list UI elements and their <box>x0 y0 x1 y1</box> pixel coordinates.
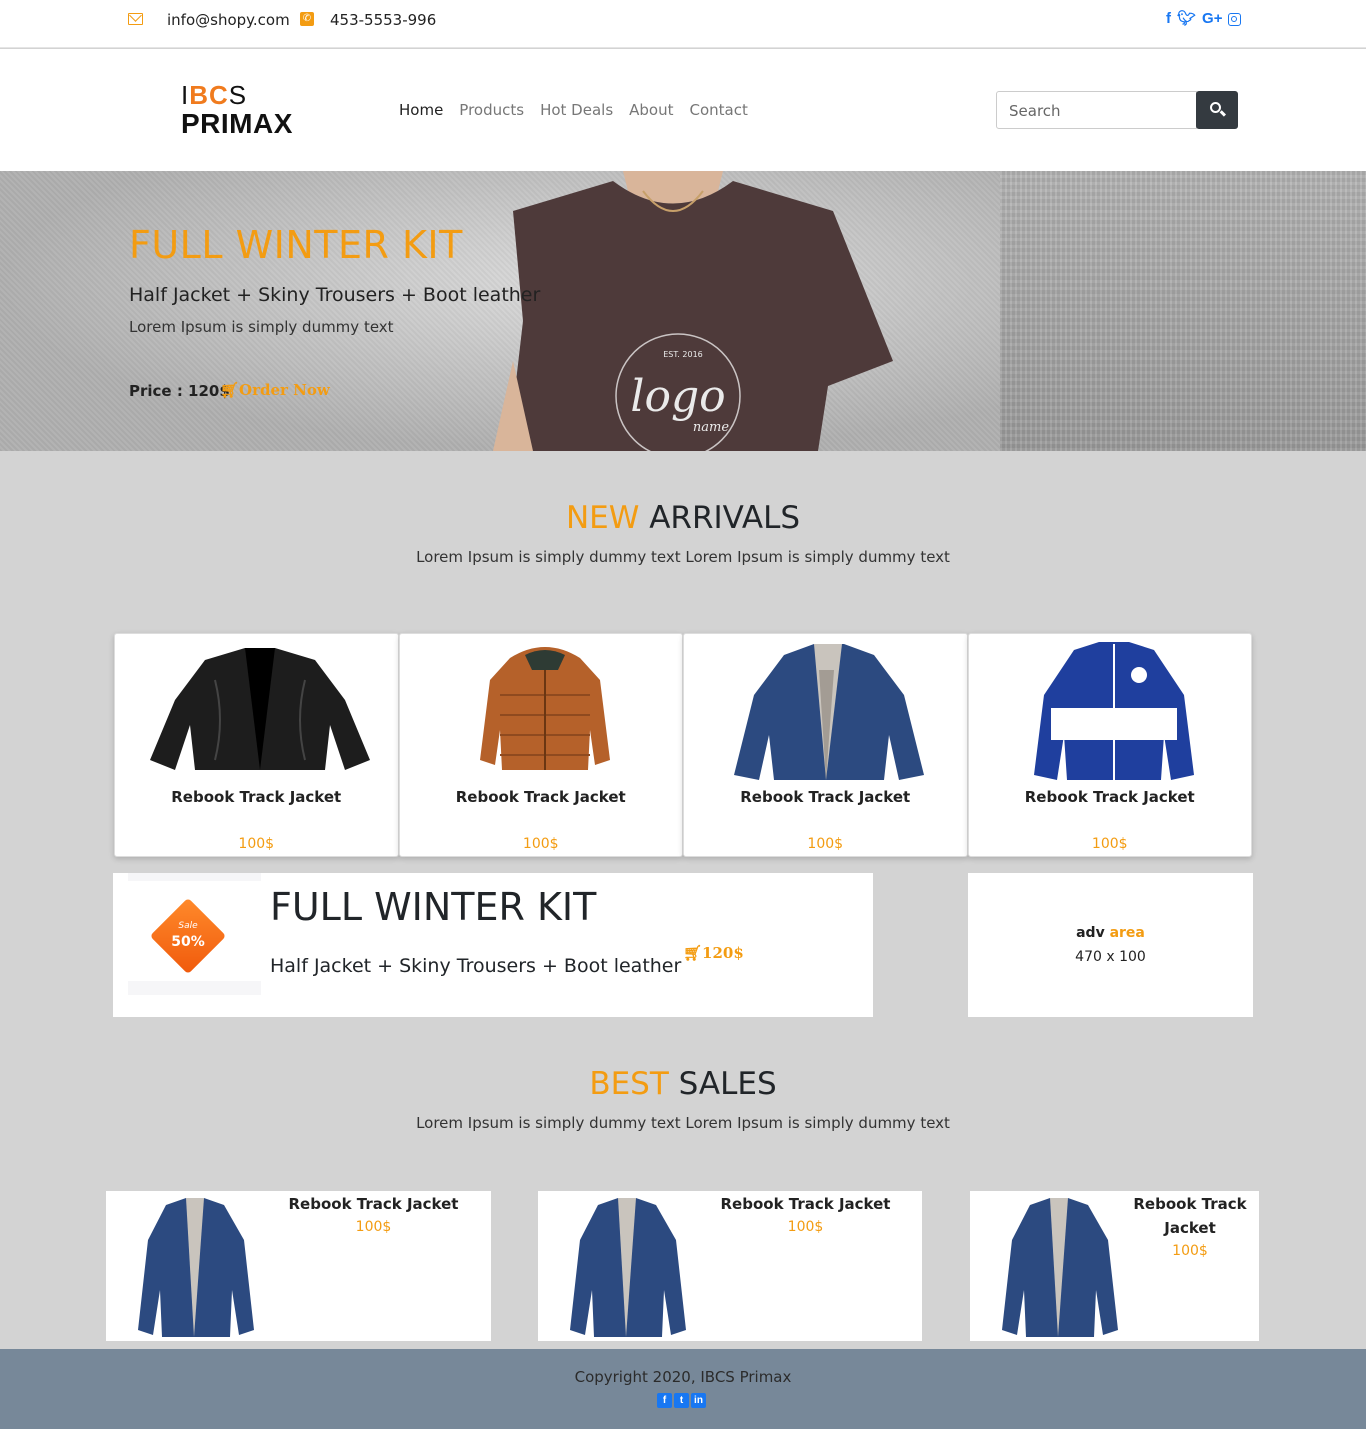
footer-social-links: f t in <box>657 1393 706 1408</box>
product-price: 100$ <box>238 836 275 852</box>
new-arrivals-grid: Rebook Track Jacket 100$ Rebook Track Ja… <box>114 633 1252 857</box>
search-button[interactable] <box>1196 91 1238 129</box>
promo-price[interactable]: 🛒︎120$ <box>683 944 744 962</box>
logo-text-bc: BC <box>189 80 229 110</box>
instagram-icon[interactable] <box>1228 13 1242 26</box>
promo-banner[interactable]: Sale 50% FULL WINTER KIT Half Jacket + S… <box>113 873 873 1017</box>
product-card[interactable]: Rebook Track Jacket 100$ <box>398 633 683 857</box>
contact-phone[interactable]: 453-5553-996 <box>330 11 436 29</box>
product-name[interactable]: Rebook Track Jacket <box>115 788 398 806</box>
google-plus-icon[interactable]: G+ <box>1202 10 1222 28</box>
svg-text:EST. 2016: EST. 2016 <box>663 350 703 359</box>
svg-text:name: name <box>693 420 729 435</box>
product-name-line1: Rebook Track <box>1133 1195 1247 1213</box>
site-footer: Copyright 2020, IBCS Primax f t in <box>0 1349 1366 1429</box>
facebook-icon[interactable]: f <box>657 1393 672 1408</box>
nav-products[interactable]: Products <box>459 101 524 119</box>
order-now-label: Order Now <box>239 381 330 399</box>
chelsea-track-jacket-image <box>1033 642 1194 780</box>
logo-text-primax: PRIMAX <box>181 108 293 139</box>
best-sale-card[interactable]: Rebook Track Jacket 100$ <box>106 1191 491 1341</box>
adv-label-text: adv <box>1076 925 1110 941</box>
nav-about[interactable]: About <box>629 101 673 119</box>
title-rest: SALES <box>668 1066 777 1102</box>
adv-label: adv area <box>968 925 1253 941</box>
main-nav: Home Products Hot Deals About Contact <box>399 101 748 119</box>
site-header: IBCS PRIMAX Home Products Hot Deals Abou… <box>0 49 1366 171</box>
twitter-icon[interactable]: t <box>674 1393 689 1408</box>
product-price: 100$ <box>1091 836 1128 852</box>
best-sale-card[interactable]: Rebook Track Jacket 100$ <box>538 1191 922 1341</box>
product-price: 100$ <box>807 836 844 852</box>
navy-jacket-image <box>138 1198 254 1337</box>
title-rest: ARRIVALS <box>639 500 801 536</box>
navy-jacket-image <box>734 644 924 780</box>
linkedin-icon[interactable]: in <box>691 1393 706 1408</box>
promo-price-value: 120$ <box>702 944 744 962</box>
product-name[interactable]: Rebook Track Jacket <box>400 788 683 806</box>
adv-size: 470 x 100 <box>1075 949 1146 965</box>
puffer-jacket-image <box>479 647 610 770</box>
nav-contact[interactable]: Contact <box>690 101 748 119</box>
site-logo[interactable]: IBCS PRIMAX <box>181 81 293 139</box>
product-card[interactable]: Rebook Track Jacket 100$ <box>683 633 968 857</box>
envelope-icon <box>128 13 143 25</box>
product-name[interactable]: Rebook Track Jacket <box>684 788 967 806</box>
product-price: 100$ <box>1172 1243 1208 1259</box>
product-name[interactable]: Rebook Track Jacket <box>286 1192 461 1216</box>
logo-text-s: S <box>228 80 248 110</box>
top-bar: info@shopy.com ✆ 453-5553-996 f 🐦︎ G+ <box>0 0 1366 48</box>
leather-jacket-image <box>150 648 370 770</box>
cart-icon: 🛒︎ <box>220 381 240 399</box>
title-highlight: BEST <box>589 1066 669 1102</box>
hero-description: Lorem Ipsum is simply dummy text <box>129 318 394 336</box>
product-name[interactable]: Rebook Track Jacket <box>718 1192 893 1216</box>
promo-title: FULL WINTER KIT <box>270 885 597 929</box>
hero-title: FULL WINTER KIT <box>129 223 463 267</box>
search-input[interactable]: Search <box>996 91 1197 129</box>
hero-price: Price : 120$ <box>129 382 230 400</box>
hero-subtitle: Half Jacket + Skiny Trousers + Boot leat… <box>129 284 541 306</box>
advertisement-area[interactable]: adv area 470 x 100 <box>968 873 1253 1017</box>
promo-subtitle: Half Jacket + Skiny Trousers + Boot leat… <box>270 955 682 977</box>
copyright-text: Copyright 2020, IBCS Primax <box>574 1368 792 1386</box>
social-links: f 🐦︎ G+ <box>1166 10 1242 28</box>
svg-text:logo: logo <box>630 371 725 422</box>
navy-jacket-image <box>570 1198 686 1337</box>
product-name[interactable]: Rebook Track Jacket <box>969 788 1252 806</box>
navy-jacket-image <box>1002 1198 1118 1337</box>
sale-badge-label: Sale <box>178 921 198 931</box>
twitter-icon[interactable]: 🐦︎ <box>1177 10 1196 28</box>
best-sale-card[interactable]: Rebook Track Jacket 100$ <box>970 1191 1259 1341</box>
nav-home[interactable]: Home <box>399 101 443 119</box>
phone-icon: ✆ <box>300 12 314 26</box>
cart-icon: 🛒︎ <box>683 944 703 962</box>
title-highlight: NEW <box>565 500 640 536</box>
order-now-button[interactable]: 🛒︎Order Now <box>220 381 330 399</box>
contact-email[interactable]: info@shopy.com <box>167 11 290 29</box>
hero-tshirt-image: logo EST. 2016 name <box>493 171 893 451</box>
adv-label-highlight: area <box>1109 925 1145 941</box>
product-name-line2: Jacket <box>1164 1219 1216 1237</box>
product-price: 100$ <box>522 836 559 852</box>
new-arrivals-title: NEW ARRIVALS <box>0 500 1366 536</box>
facebook-icon[interactable]: f <box>1166 10 1171 28</box>
product-price: 100$ <box>787 1219 824 1235</box>
sale-badge-percent: 50% <box>171 934 205 950</box>
logo-text-i: I <box>181 80 190 110</box>
product-card[interactable]: Rebook Track Jacket 100$ <box>114 633 399 857</box>
best-sales-title: BEST SALES <box>0 1066 1366 1102</box>
new-arrivals-description: Lorem Ipsum is simply dummy text Lorem I… <box>416 548 950 566</box>
product-name[interactable]: Rebook Track Jacket <box>1130 1192 1250 1240</box>
hero-banner: logo EST. 2016 name FULL WINTER KIT Half… <box>0 171 1366 451</box>
product-card[interactable]: Rebook Track Jacket 100$ <box>967 633 1252 857</box>
nav-hot-deals[interactable]: Hot Deals <box>540 101 613 119</box>
best-sales-description: Lorem Ipsum is simply dummy text Lorem I… <box>416 1114 950 1132</box>
product-price: 100$ <box>355 1219 392 1235</box>
